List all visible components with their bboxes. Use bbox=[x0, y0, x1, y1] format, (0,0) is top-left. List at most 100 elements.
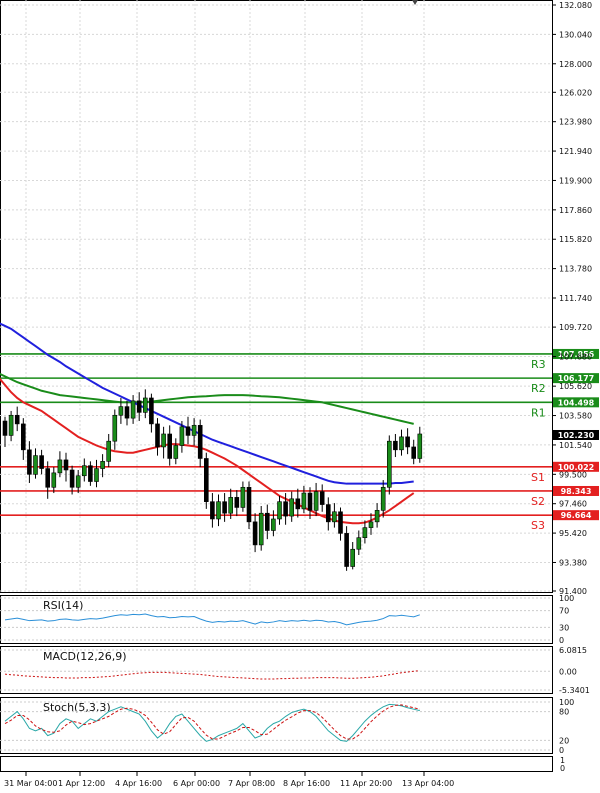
time-tick-label: 31 Mar 04:00 bbox=[4, 779, 57, 788]
price-tick-label: 121.940 bbox=[559, 147, 592, 156]
price-tick-label: 132.080 bbox=[559, 1, 592, 10]
candle-body-down bbox=[234, 497, 240, 508]
candle-body-down bbox=[246, 486, 252, 523]
indicator-tick-label: 30 bbox=[559, 623, 569, 632]
time-tick-label: 6 Apr 00:00 bbox=[173, 779, 220, 788]
price-tick-label: 126.020 bbox=[559, 88, 592, 97]
price-tick-label: 107.680 bbox=[559, 352, 592, 361]
indicator-tick-label: 80 bbox=[559, 708, 569, 717]
level-label-s3: S3 bbox=[531, 519, 545, 532]
price-tick-label: 119.900 bbox=[559, 176, 592, 185]
price-tick-label: 123.980 bbox=[559, 118, 592, 127]
price-tick-label: 115.820 bbox=[559, 235, 592, 244]
rsi-label: RSI(14) bbox=[43, 599, 83, 612]
candle-body-down bbox=[405, 436, 410, 448]
price-tick-label: 99.500 bbox=[559, 470, 587, 479]
candle-body-up bbox=[368, 521, 374, 528]
price-tick-label: 93.380 bbox=[559, 558, 587, 567]
empty-panel bbox=[0, 756, 553, 772]
candle-body-up bbox=[417, 433, 423, 459]
candle-body-down bbox=[167, 433, 172, 459]
indicator-tick-label: 70 bbox=[559, 607, 569, 616]
candle-body-down bbox=[155, 423, 160, 448]
candle-body-down bbox=[2, 420, 8, 436]
candle-body-up bbox=[161, 433, 166, 448]
candle-body-down bbox=[338, 511, 343, 534]
candle-body-down bbox=[393, 440, 398, 451]
time-tick-label: 4 Apr 16:00 bbox=[115, 779, 162, 788]
candle-body-up bbox=[362, 527, 368, 539]
macd-label: MACD(12,26,9) bbox=[43, 650, 127, 663]
price-axis: 132.080 130.040 128.000 126.020 123.980 121.9… bbox=[552, 1, 592, 596]
candle-body-down bbox=[88, 465, 93, 482]
price-tick-label: 97.460 bbox=[559, 500, 587, 509]
price-tick-label: 111.740 bbox=[559, 294, 592, 303]
candle-body-up bbox=[380, 486, 386, 511]
candle-body-down bbox=[197, 425, 203, 459]
indicator-tick-label: 0.00 bbox=[559, 667, 577, 676]
indicator-tick-label: 6.0815 bbox=[559, 646, 587, 655]
price-tick-label: 117.860 bbox=[559, 206, 592, 215]
candle-body-down bbox=[325, 504, 331, 523]
indicator-tick-label: 100 bbox=[559, 698, 574, 707]
forex-chart: R3107.856R2106.177R1104.498S1100.022S298… bbox=[0, 0, 599, 788]
time-tick-label: 7 Apr 08:00 bbox=[228, 779, 275, 788]
candle-body-up bbox=[277, 501, 282, 520]
candle-body-up bbox=[228, 497, 233, 514]
candle-body-up bbox=[313, 491, 319, 511]
empty-panel-tick-0: 0 bbox=[560, 764, 565, 773]
candle-body-up bbox=[57, 459, 63, 474]
candle-body-down bbox=[45, 468, 51, 488]
time-tick-label: 8 Apr 16:00 bbox=[283, 779, 330, 788]
candle-body-down bbox=[264, 512, 270, 531]
candle-body-down bbox=[411, 446, 417, 459]
candle-body-down bbox=[210, 501, 215, 520]
candle-body-up bbox=[356, 537, 362, 550]
candle-body-up bbox=[191, 425, 197, 436]
price-tick-label: 113.780 bbox=[559, 265, 592, 274]
candle-body-up bbox=[386, 440, 392, 488]
candle-body-up bbox=[301, 492, 307, 510]
candle bbox=[246, 481, 252, 530]
candle bbox=[386, 435, 392, 495]
level-label-s1: S1 bbox=[531, 471, 545, 484]
candle-body-up bbox=[271, 518, 276, 531]
level-label-r3: R3 bbox=[531, 358, 546, 371]
level-price-label: 98.343 bbox=[561, 487, 592, 496]
time-tick-label: 13 Apr 04:00 bbox=[402, 779, 454, 788]
candle-body-up bbox=[33, 455, 38, 475]
candle-body-down bbox=[222, 501, 227, 514]
candle-body-down bbox=[14, 414, 20, 425]
time-axis: 31 Mar 04:00 1 Apr 12:00 4 Apr 16:00 6 Apr … bbox=[4, 772, 454, 788]
candle-body-down bbox=[149, 397, 154, 425]
indicator-tick-label: 20 bbox=[559, 736, 569, 745]
current-price-label: 102.230 bbox=[558, 431, 595, 440]
price-tick-label: 103.580 bbox=[559, 412, 592, 421]
price-tick-label: 105.620 bbox=[559, 382, 592, 391]
candle-body-up bbox=[118, 406, 124, 416]
candle-body-down bbox=[252, 521, 258, 546]
level-label-r2: R2 bbox=[531, 382, 546, 395]
price-tick-label: 128.000 bbox=[559, 60, 592, 69]
candle-body-up bbox=[399, 436, 404, 451]
indicator-tick-label: 0 bbox=[559, 636, 564, 645]
level-label-r1: R1 bbox=[531, 406, 546, 419]
candle-body-down bbox=[39, 455, 44, 469]
candle-body-up bbox=[179, 426, 185, 446]
candle-body-up bbox=[173, 445, 179, 459]
price-tick-label: 101.540 bbox=[559, 441, 592, 450]
indicator-tick-label: 100 bbox=[559, 594, 574, 603]
candle-body-up bbox=[51, 472, 57, 488]
candle-body-down bbox=[136, 400, 142, 413]
level-price-label: 96.664 bbox=[561, 511, 592, 520]
candle-body-up bbox=[216, 501, 221, 520]
time-tick-label: 1 Apr 12:00 bbox=[58, 779, 105, 788]
candle-body-up bbox=[289, 498, 295, 517]
candle-body-down bbox=[295, 498, 301, 510]
time-tick-label: 11 Apr 20:00 bbox=[340, 779, 392, 788]
candle-body-down bbox=[63, 459, 69, 471]
candle-body-up bbox=[350, 548, 356, 567]
indicator-tick-label: -5.3401 bbox=[559, 686, 590, 695]
candle-body-up bbox=[8, 414, 14, 436]
candle-body-up bbox=[94, 468, 99, 482]
